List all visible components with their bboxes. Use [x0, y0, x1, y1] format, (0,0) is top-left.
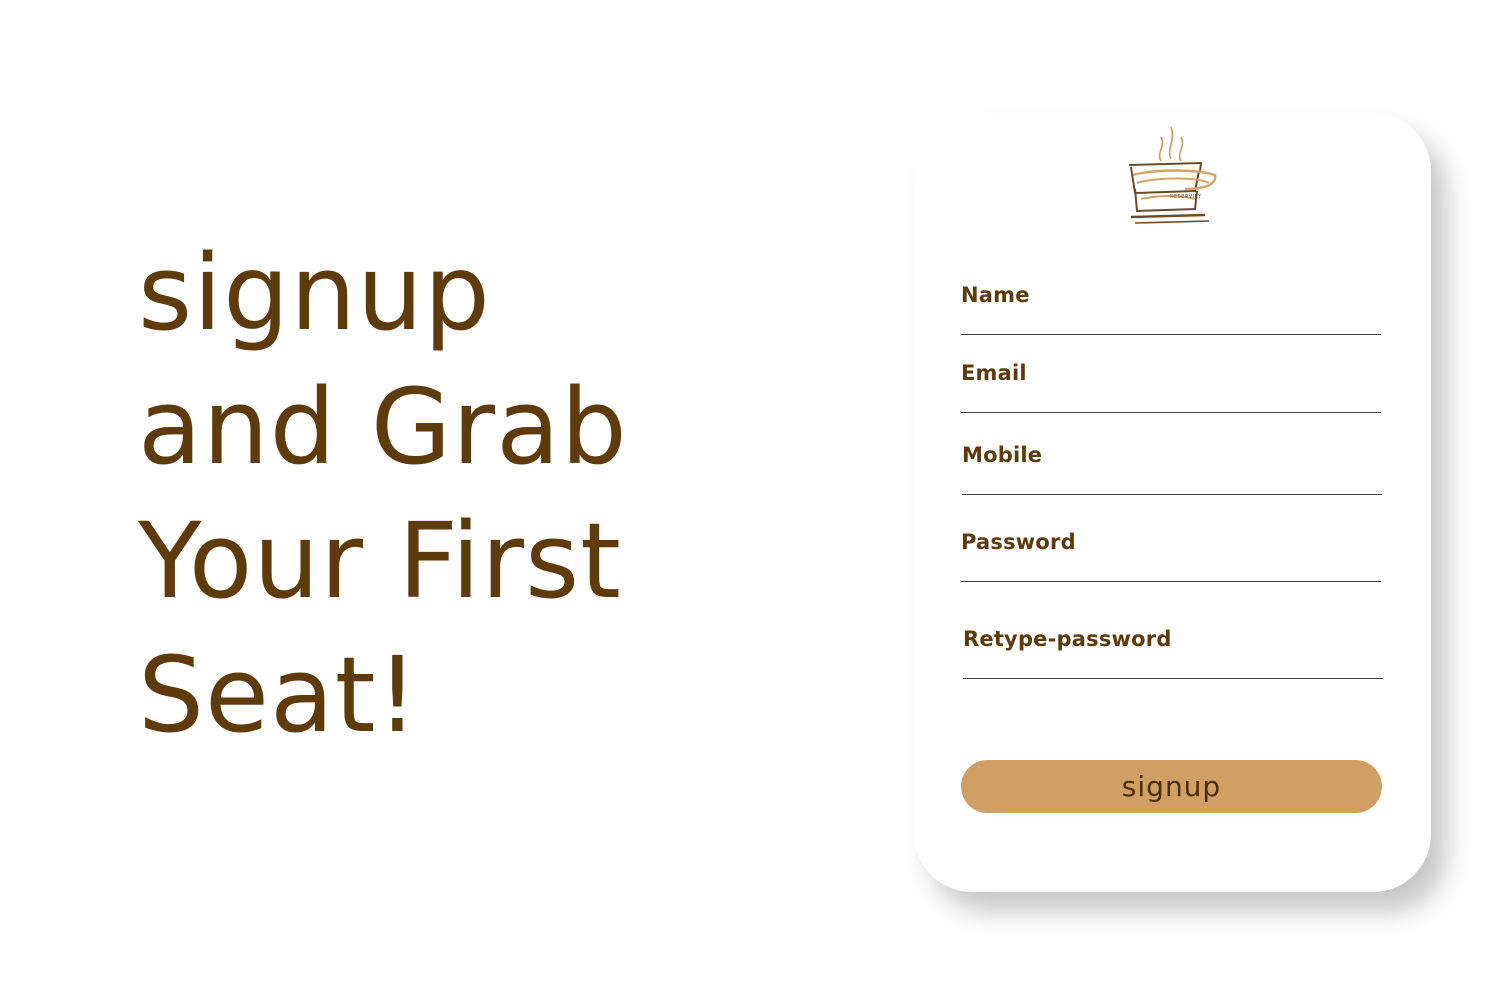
headline-line-1: signup: [138, 232, 491, 354]
mobile-label: Mobile: [962, 443, 1043, 467]
name-field: Name: [961, 283, 1381, 335]
mobile-input[interactable]: [962, 473, 1382, 495]
headline: signup and Grab Your First Seat!: [138, 226, 628, 762]
headline-line-4: Seat!: [138, 634, 420, 756]
headline-line-2: and Grab: [138, 366, 628, 488]
name-input[interactable]: [961, 313, 1381, 335]
signup-card: RESERVIFY Name Email Mobile Password Ret…: [914, 113, 1431, 892]
mobile-field: Mobile: [962, 443, 1382, 495]
email-label: Email: [961, 361, 1027, 385]
coffee-cup-icon: [1128, 126, 1217, 224]
password-field: Password: [961, 530, 1381, 582]
logo-text: RESERVIFY: [1170, 194, 1202, 200]
email-field: Email: [961, 361, 1381, 413]
retype-password-label: Retype-password: [963, 627, 1172, 651]
logo: RESERVIFY: [1125, 123, 1221, 231]
name-label: Name: [961, 283, 1030, 307]
retype-password-input[interactable]: [963, 657, 1383, 679]
signup-button[interactable]: signup: [961, 760, 1382, 813]
headline-line-3: Your First: [138, 500, 622, 622]
password-input[interactable]: [961, 560, 1381, 582]
signup-page: signup and Grab Your First Seat! RESERVI…: [0, 0, 1512, 981]
retype-password-field: Retype-password: [963, 627, 1383, 679]
email-input[interactable]: [961, 391, 1381, 413]
password-label: Password: [961, 530, 1076, 554]
